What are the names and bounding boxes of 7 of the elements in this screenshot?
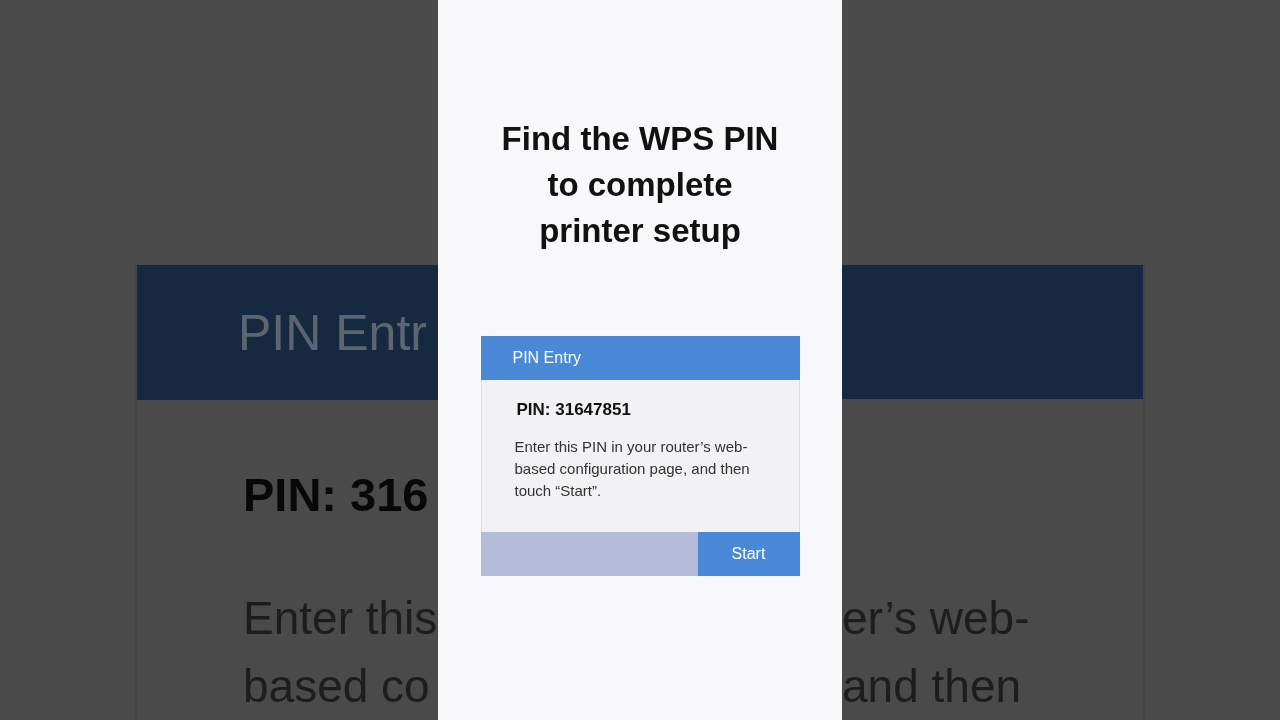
instruction-text: Enter this PIN in your router’s web-based configuration page, and then touch “Start”. [514,437,751,501]
pin-text: PIN: 316 [243,467,429,523]
start-button[interactable]: Start [697,532,800,576]
pin-text: PIN: 31647851 [516,400,631,420]
headline: Find the WPS PIN to complete printer setup [501,119,779,251]
dialog-title: PIN Entr [238,303,427,362]
dialog-title: PIN Entry [512,349,581,367]
